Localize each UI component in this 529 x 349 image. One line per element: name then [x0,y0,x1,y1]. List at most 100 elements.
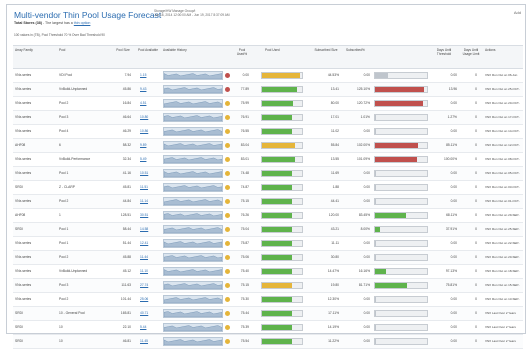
report-meta: Storage/HW Manage Group/t Jun 18, 2014 1… [154,9,230,17]
available-history-sparkline[interactable] [163,239,223,248]
pool-available-link[interactable]: 11.10 [140,269,148,273]
available-history-sparkline[interactable] [163,197,223,206]
pool-available-link[interactable]: 5.44 [140,325,146,329]
pool-available-link[interactable]: 9.43 [140,87,146,91]
col-pool-size[interactable]: Pool Size [116,48,130,53]
table-row[interactable]: VNx-series Pool 1 51.44 12.41 75.87 11.11 0.00… [13,237,523,251]
available-history-sparkline[interactable] [163,337,223,346]
action-cell[interactable]: VNX Run Out on 08-OCT- [485,157,520,161]
table-row[interactable]: VNx-series Pool 2 16.84 4.51 75.99 80.00 120.7… [13,97,523,111]
available-history-sparkline[interactable] [163,183,223,192]
subscribed-pct-cell: 0.00 [363,129,370,133]
col-array-family[interactable]: Array Family [15,48,55,53]
pool-available-link[interactable]: 10.51 [140,171,148,175]
available-history-sparkline[interactable] [163,99,223,108]
available-history-sparkline[interactable] [163,113,223,122]
col-pool-available[interactable]: Pool Available [138,48,158,53]
col-days-threshold[interactable]: Days Until Threshold [431,48,457,57]
available-history-sparkline[interactable] [163,127,223,136]
subscribed-size-cell: 44.53% [327,73,339,77]
col-subscribed-size[interactable]: Subscribed Size [313,48,339,53]
subtitle-prefix: Total Stores (38) [14,21,42,25]
available-history-sparkline[interactable] [163,141,223,150]
table-row[interactable]: VNx-series Pool 2 101.44 25.06 75.30 12.30% 0.… [13,293,523,307]
table-row[interactable]: VNx-series VDI Pool 7.94 1.15 0.00 44.53% 0.00… [13,69,523,83]
pool-available-link[interactable]: 12.41 [140,241,148,245]
pool-available-link[interactable]: 1.15 [140,73,146,77]
pool-available-link[interactable]: 4.51 [140,101,146,105]
corner-link[interactable]: Add [514,10,521,15]
pool-available-link[interactable]: 30.51 [140,213,148,217]
action-cell[interactable]: VNX Run Out on 25-OCT- [485,87,520,91]
action-cell[interactable]: VNX Last Over 2 Years [485,325,516,329]
col-days-usage-limit[interactable]: Days Until Usage Limit [462,48,480,57]
pool-available-link[interactable]: 11.51 [140,185,148,189]
table-row[interactable]: VNx-series Pool 2 44.84 11.14 75.15 44.41 0.00… [13,195,523,209]
array-family-cell: VNx-series [15,157,32,161]
table-row[interactable]: VNx-series Pool 3 46.64 10.80 76.91 17.01 1.01… [13,111,523,125]
available-history-sparkline[interactable] [163,309,223,318]
table-row[interactable]: VNx-series Pool 4 46.29 10.86 76.55 11.02 0.00… [13,125,523,139]
action-cell[interactable]: VNX Run Out on 14-OCT- [485,129,520,133]
action-cell[interactable]: VNX Last Over 2 Years [485,311,516,315]
col-pool-used-pct[interactable]: Pool Used% [234,48,250,57]
col-subscribed-pct[interactable]: Subscribed% [346,48,386,53]
action-cell[interactable]: VNX Run Out on 12-OCT- [485,143,520,147]
col-available-history[interactable]: Available History [163,48,223,53]
available-history-sparkline[interactable] [163,253,223,262]
table-row[interactable]: SRDI Pool 1 58.44 14.58 75.04 43.21 8.00% 37.91… [13,223,523,237]
table-row[interactable]: SRDI 10 46.81 11.45 75.54 11.22% 0.00 0.00 0 VNX … [13,335,523,349]
table-row[interactable]: VNx-series Pool 2 45.88 11.44 75.06 30.80 0.00… [13,251,523,265]
status-indicator-icon [225,255,230,260]
table-row[interactable]: SRDI Z - CLARP 45.81 11.51 74.87 1.88 0.00 0.00… [13,181,523,195]
available-history-sparkline[interactable] [163,267,223,276]
table-row[interactable]: VNx-series VxBuild-Unplanned 45.12 11.10 75.… [13,265,523,279]
table-row[interactable]: VNx-series Pool 1 41.16 10.51 74.48 11.69 0.00… [13,167,523,181]
action-cell[interactable]: VNX Run Out on 29-SEP- [485,213,520,217]
available-history-sparkline[interactable] [163,85,223,94]
action-cell[interactable]: VNX Run Out on 25-SEP- [485,227,520,231]
action-cell[interactable]: VNX Run Out on 20-SEP- [485,255,520,259]
col-actions[interactable]: Actions [485,48,521,53]
action-cell[interactable]: VNX Last Over 2 Years [485,339,516,343]
table-row[interactable]: SRDI 10 22.10 5.44 75.39 14.19% 0.00 0.00 0 VNX L… [13,321,523,335]
available-history-sparkline[interactable] [163,169,223,178]
action-cell[interactable]: VNX Run Out on 06-Jun [485,73,517,77]
action-cell[interactable]: VNX Run Out on 18-SEP- [485,269,520,273]
available-history-sparkline[interactable] [163,155,223,164]
pool-available-link[interactable]: 14.58 [140,227,148,231]
table-row[interactable]: SRDI 10 - General Pool 165.81 40.71 75.44 17.… [13,307,523,321]
pool-available-link[interactable]: 9.89 [140,143,146,147]
available-history-sparkline[interactable] [163,225,223,234]
pool-available-link[interactable]: 27.74 [140,283,148,287]
available-history-sparkline[interactable] [163,211,223,220]
action-cell[interactable]: VNX Run Out on 03-OCT- [485,185,520,189]
action-cell[interactable]: VNX Run Out on 01-OCT- [485,199,520,203]
table-row[interactable]: VNx-series Pool 3 111.63 27.74 75.15 19.80 81.… [13,279,523,293]
pool-available-link[interactable]: 11.44 [140,255,148,259]
pool-available-link[interactable]: 10.86 [140,129,148,133]
pool-available-link[interactable]: 10.80 [140,115,148,119]
thin-option-link[interactable]: thin option [74,21,91,25]
col-pool[interactable]: Pool [59,48,109,53]
table-row[interactable]: VNx-series VxBuild-Performance 32.34 5.49 83… [13,153,523,167]
action-cell[interactable]: VNX Run Out on 13-SEP- [485,297,520,301]
action-cell[interactable]: VNX Run Out on 20-OCT- [485,101,520,105]
action-cell[interactable]: VNX Run Out on 05-OCT- [485,171,520,175]
pool-available-link[interactable]: 11.45 [140,339,148,343]
available-history-sparkline[interactable] [163,295,223,304]
pool-available-link[interactable]: 5.49 [140,157,146,161]
table-row[interactable]: AHF08 6 58.32 9.89 83.04 55.84 102.00% 85.11% 0 V… [13,139,523,153]
action-cell[interactable]: VNX Run Out on 22-SEP- [485,241,520,245]
table-row[interactable]: VNx-series VxBuild-Unplanned 45.86 9.43 77.8… [13,83,523,97]
col-pool-used[interactable]: Pool Used [265,48,305,53]
action-cell[interactable]: VNX Run Out on 15-SEP- [485,283,520,287]
pool-available-link[interactable]: 40.71 [140,311,148,315]
action-cell[interactable]: VNX Run Out on 17-OCT- [485,115,520,119]
available-history-sparkline[interactable] [163,281,223,290]
pool-available-link[interactable]: 25.06 [140,297,148,301]
pool-available-link[interactable]: 11.14 [140,199,148,203]
available-history-sparkline[interactable] [163,323,223,332]
table-row[interactable]: AHF08 1 128.51 30.51 76.26 120.00 83.45% 68.11%… [13,209,523,223]
available-history-sparkline[interactable] [163,71,223,80]
